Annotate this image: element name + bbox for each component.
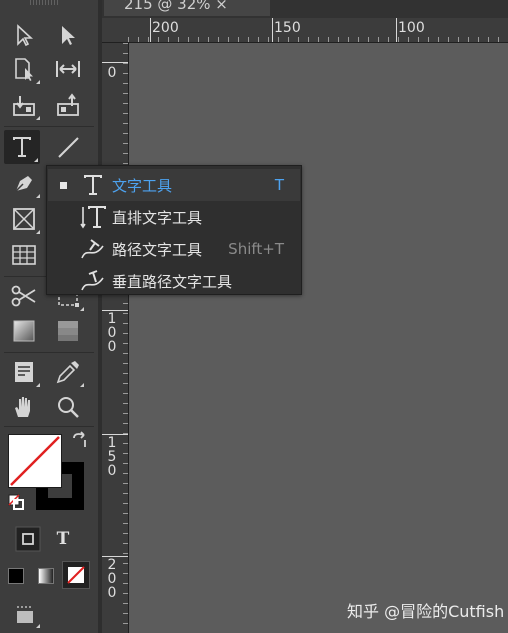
screen-mode-icon: [17, 606, 33, 623]
none-slash-icon: [10, 436, 60, 486]
more-tools-indicator: [36, 116, 40, 120]
indesign-workspace: T 215 @ 32% × 200 150 100 0 1 0 0 1 5 0 …: [0, 0, 508, 633]
formatting-affects-text-button[interactable]: T: [48, 524, 78, 554]
content-placer-tool[interactable]: [50, 88, 86, 122]
horizontal-ruler[interactable]: [128, 18, 508, 43]
content-collector-icon: [13, 96, 35, 116]
type-on-path-tool-icon: [78, 235, 108, 263]
content-collector-tool[interactable]: [6, 88, 42, 122]
gradient-feather-icon: [58, 321, 78, 341]
gap-tool[interactable]: [50, 52, 86, 86]
ruler-label: 0: [107, 65, 117, 81]
toolbar-separator: [4, 352, 94, 353]
page-tool-icon: [15, 58, 33, 81]
gradient-feather-tool[interactable]: [50, 314, 86, 348]
default-colors-icon: [8, 494, 24, 510]
flyout-item-shortcut: Shift+T: [228, 240, 284, 258]
flyout-item-vertical-type-on-path-tool[interactable]: 垂直路径文字工具: [48, 265, 300, 297]
ruler-label: 200: [152, 20, 179, 36]
gradient-swatch-icon: [13, 320, 35, 342]
selected-bullet: [60, 181, 67, 189]
panel-grip[interactable]: [30, 0, 60, 5]
swap-fill-stroke-button[interactable]: [68, 428, 92, 452]
more-tools-indicator: [34, 158, 38, 162]
fill-swatch-none[interactable]: [8, 434, 62, 488]
watermark-text: 知乎 @冒险的Cutfish: [347, 602, 505, 621]
more-tools-indicator: [36, 230, 40, 234]
more-tools-indicator: [36, 194, 40, 198]
toolbar-separator: [4, 126, 94, 127]
ruler-label: 150: [274, 20, 301, 36]
apply-none-button[interactable]: [62, 561, 90, 589]
direct-selection-tool[interactable]: [50, 18, 86, 52]
direct-selection-arrow-icon: [62, 26, 75, 45]
ruler-label: 2 0 0: [107, 557, 117, 601]
more-tools-indicator: [36, 80, 40, 84]
zoom-tool[interactable]: [50, 390, 86, 424]
vertical-type-tool-icon: [78, 203, 108, 231]
ruler-origin[interactable]: [102, 18, 129, 43]
table-tool[interactable]: [6, 238, 42, 272]
ruler-label: 1 0 0: [107, 311, 117, 355]
more-tools-indicator: [80, 307, 84, 311]
line-tool-icon: [58, 137, 79, 158]
apply-gradient-button[interactable]: [38, 568, 54, 584]
pasteboard[interactable]: [129, 43, 508, 633]
table-grid-icon: [12, 245, 36, 265]
flyout-item-label: 垂直路径文字工具: [112, 272, 233, 291]
selection-arrow-outline-icon: [17, 24, 34, 47]
page-tool[interactable]: [6, 52, 42, 86]
flyout-item-type-tool[interactable]: 文字工具 T: [48, 169, 300, 201]
more-tools-indicator: [36, 624, 40, 628]
magnifier-icon: [58, 397, 79, 418]
flyout-item-vertical-type-tool[interactable]: 直排文字工具: [48, 201, 300, 233]
flyout-item-label: 路径文字工具: [112, 240, 203, 259]
scissors-icon: [11, 285, 36, 307]
pen-tool[interactable]: [6, 166, 42, 200]
screen-mode-button[interactable]: [8, 600, 42, 630]
ruler-major-tick: [272, 18, 273, 42]
content-placer-icon: [57, 93, 79, 116]
rectangle-frame-tool[interactable]: [6, 202, 42, 236]
none-swatch-icon: [67, 566, 85, 584]
ruler-label: 100: [398, 20, 425, 36]
ruler-major-tick: [150, 18, 151, 42]
note-icon: [15, 362, 33, 382]
more-tools-indicator: [36, 383, 40, 387]
type-tool-icon: [78, 171, 108, 199]
selection-tool[interactable]: [6, 18, 42, 52]
hand-tool[interactable]: [6, 390, 42, 424]
ruler-major-tick: [102, 62, 128, 63]
hand-icon: [15, 397, 30, 417]
type-tools-flyout: 文字工具 T 直排文字工具 路径文字工具 Shift+T 垂直路径文字工具: [46, 165, 302, 295]
vertical-type-on-path-tool-icon: [78, 267, 108, 295]
document-tab[interactable]: 215 @ 32% ×: [104, 0, 270, 16]
flyout-item-shortcut: T: [274, 176, 284, 194]
swap-arrow-icon: [73, 431, 86, 447]
type-tool[interactable]: [4, 130, 40, 164]
flyout-item-label: 文字工具: [112, 176, 173, 195]
text-format-label: T: [56, 529, 70, 549]
container-icon: [15, 526, 41, 552]
gap-tool-icon: [56, 61, 80, 77]
rectangle-frame-icon: [13, 208, 35, 230]
default-fill-stroke-button[interactable]: [4, 490, 28, 514]
apply-color-button[interactable]: [8, 568, 24, 584]
gradient-swatch-tool[interactable]: [6, 314, 42, 348]
tools-panel: T: [0, 0, 98, 633]
note-tool[interactable]: [6, 355, 42, 389]
flyout-item-label: 直排文字工具: [112, 208, 203, 227]
more-tools-indicator: [80, 383, 84, 387]
eyedropper-tool[interactable]: [50, 355, 86, 389]
pen-tool-icon: [15, 176, 32, 192]
flyout-item-type-on-path-tool[interactable]: 路径文字工具 Shift+T: [48, 233, 300, 265]
ruler-label: 1 5 0: [107, 435, 117, 479]
toolbar-separator: [4, 426, 94, 427]
formatting-affects-container-button[interactable]: [12, 524, 44, 554]
eyedropper-icon: [56, 361, 79, 384]
type-tool-icon: [13, 137, 31, 157]
ruler-major-tick: [396, 18, 397, 42]
scissors-tool[interactable]: [6, 279, 42, 313]
line-tool[interactable]: [50, 130, 86, 164]
